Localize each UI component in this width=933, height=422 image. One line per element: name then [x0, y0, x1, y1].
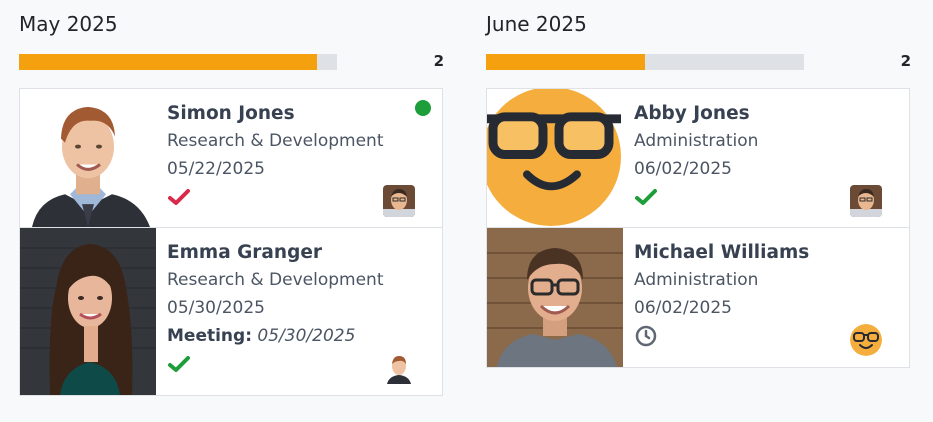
- employee-department: Research & Development: [167, 131, 384, 151]
- employee-date: 05/22/2025: [167, 159, 265, 179]
- employee-name: Michael Williams: [634, 242, 810, 263]
- card-list: Abby Jones Administration 06/02/2025 Mic…: [486, 88, 910, 368]
- employee-name: Abby Jones: [634, 103, 750, 124]
- employee-name: Emma Granger: [167, 242, 322, 263]
- avatar[interactable]: [850, 324, 882, 356]
- column-record-count: 2: [900, 52, 911, 70]
- avatar[interactable]: [383, 352, 415, 384]
- check-icon: [635, 189, 657, 205]
- check-icon: [168, 356, 190, 372]
- employee-department: Administration: [634, 131, 759, 151]
- meeting-date: 05/30/2025: [257, 326, 356, 346]
- employee-photo: [487, 228, 623, 367]
- progress-fill: [486, 54, 645, 70]
- employee-department: Administration: [634, 270, 759, 290]
- employee-department: Research & Development: [167, 270, 384, 290]
- meeting-info: Meeting: 05/30/2025: [167, 322, 432, 350]
- column-progress-bar[interactable]: [19, 54, 337, 70]
- employee-card[interactable]: Abby Jones Administration 06/02/2025: [487, 89, 909, 228]
- column-progress-bar[interactable]: [486, 54, 804, 70]
- employee-photo: [20, 89, 156, 227]
- employee-date: 06/02/2025: [634, 298, 732, 318]
- employee-photo: [487, 89, 623, 227]
- avatar[interactable]: [850, 185, 882, 217]
- clock-icon: [635, 325, 657, 347]
- progress-fill: [19, 54, 318, 70]
- employee-name: Simon Jones: [167, 103, 295, 124]
- card-list: Simon Jones Research & Development 05/22…: [19, 88, 443, 396]
- check-icon: [168, 189, 190, 205]
- column-record-count: 2: [433, 52, 444, 70]
- meeting-label: Meeting:: [167, 326, 252, 346]
- employee-card[interactable]: Michael Williams Administration 06/02/20…: [487, 228, 909, 367]
- employee-date: 06/02/2025: [634, 159, 732, 179]
- avatar[interactable]: [383, 185, 415, 217]
- employee-card[interactable]: Simon Jones Research & Development 05/22…: [20, 89, 442, 228]
- employee-photo: [20, 228, 156, 395]
- employee-date: 05/30/2025: [167, 298, 265, 318]
- employee-card[interactable]: Emma Granger Research & Development 05/3…: [20, 228, 442, 395]
- column-title[interactable]: May 2025: [19, 12, 118, 36]
- column-title[interactable]: June 2025: [486, 12, 587, 36]
